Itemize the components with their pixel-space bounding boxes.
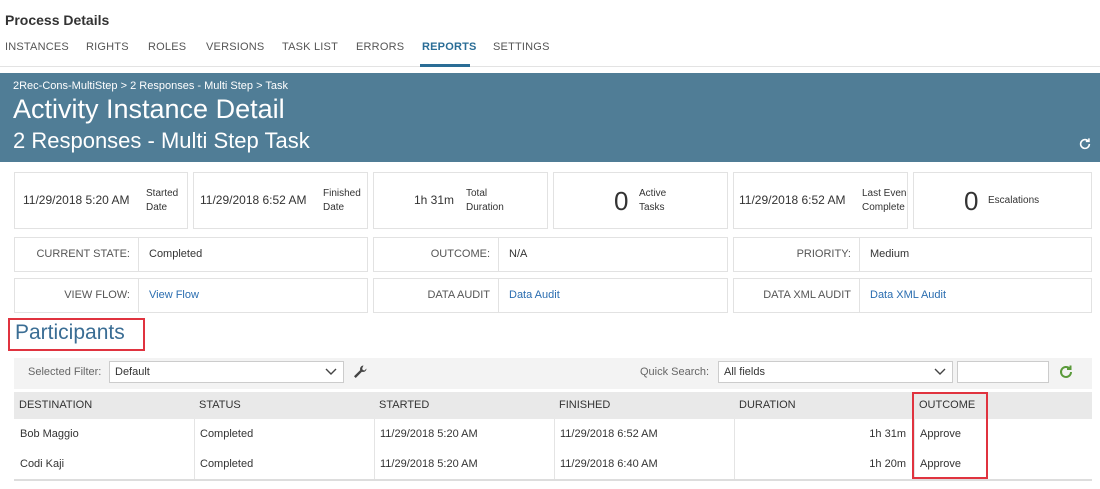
total-duration-label: Total Duration (466, 188, 504, 213)
quick-search-scope-select[interactable]: All fields (718, 361, 953, 383)
data-audit-label: DATA AUDIT (374, 279, 499, 312)
column-header-destination[interactable]: DESTINATION (19, 399, 92, 411)
tab-bar: INSTANCES RIGHTS ROLES VERSIONS TASK LIS… (0, 40, 1100, 67)
column-divider (374, 419, 375, 479)
participants-heading: Participants (15, 321, 125, 344)
quick-search-input[interactable] (957, 361, 1049, 383)
view-flow-link[interactable]: View Flow (149, 279, 199, 312)
active-tasks-value: 0 (614, 186, 629, 216)
column-header-status[interactable]: STATUS (199, 399, 241, 411)
cell-status: Completed (200, 428, 254, 440)
active-tab-indicator (420, 64, 470, 67)
refresh-icon[interactable] (1058, 364, 1074, 380)
escalations-label: Escalations (988, 195, 1040, 206)
column-divider (554, 419, 555, 479)
breadcrumb-separator: > (120, 80, 128, 92)
refresh-icon[interactable] (1078, 137, 1092, 151)
outcome-label: OUTCOME: (374, 238, 499, 271)
current-state-label: CURRENT STATE: (15, 238, 139, 271)
last-event-card: 11/29/2018 6:52 AM Last Even Complete (733, 172, 908, 229)
total-duration-value: 1h 31m (414, 193, 455, 207)
current-state-value: Completed (149, 248, 203, 260)
active-tasks-label: Active Tasks (639, 188, 667, 213)
filter-select-value: Default (115, 366, 150, 378)
priority-label: PRIORITY: (734, 238, 860, 271)
data-audit-link[interactable]: Data Audit (509, 279, 560, 312)
tab-roles[interactable]: ROLES (148, 41, 186, 53)
column-header-finished[interactable]: FINISHED (559, 399, 610, 411)
breadcrumb: 2Rec-Cons-MultiStep > 2 Responses - Mult… (13, 80, 288, 92)
breadcrumb-process[interactable]: 2Rec-Cons-MultiStep (13, 80, 118, 92)
grid-bottom-border (14, 479, 1092, 481)
tab-versions[interactable]: VERSIONS (206, 41, 264, 53)
cell-started: 11/29/2018 5:20 AM (380, 428, 478, 440)
cell-status: Completed (200, 458, 254, 470)
priority-field: PRIORITY: Medium (733, 237, 1092, 272)
detail-title: Activity Instance Detail (13, 94, 285, 124)
escalations-card: 0 Escalations (913, 172, 1092, 229)
breadcrumb-separator: > (256, 80, 263, 92)
cell-started: 11/29/2018 5:20 AM (380, 458, 478, 470)
column-divider (194, 419, 195, 479)
selected-filter-label: Selected Filter: (28, 366, 102, 378)
view-flow-label: VIEW FLOW: (15, 279, 139, 312)
breadcrumb-current: Task (265, 80, 288, 92)
cell-finished: 11/29/2018 6:40 AM (560, 458, 658, 470)
participants-toolbar: Selected Filter: Default Quick Search: A… (14, 358, 1092, 389)
chevron-down-icon (325, 368, 337, 375)
finished-date-card: 11/29/2018 6:52 AM Finished Date (193, 172, 368, 229)
wrench-icon[interactable] (352, 364, 368, 380)
chevron-down-icon (934, 368, 946, 375)
outcome-value: N/A (509, 248, 528, 260)
column-header-duration[interactable]: DURATION (739, 399, 796, 411)
last-event-label: Last Even Complete (862, 188, 907, 213)
cell-destination: Codi Kaji (20, 458, 65, 470)
tab-instances[interactable]: INSTANCES (5, 41, 69, 53)
last-event-value: 11/29/2018 6:52 AM (739, 193, 846, 207)
data-audit-field: DATA AUDIT Data Audit (373, 278, 728, 313)
active-tasks-card: 0 Active Tasks (553, 172, 728, 229)
column-header-started[interactable]: STARTED (379, 399, 429, 411)
tab-settings[interactable]: SETTINGS (493, 41, 550, 53)
priority-value: Medium (870, 248, 910, 260)
tab-rights[interactable]: RIGHTS (86, 41, 129, 53)
escalations-value: 0 (964, 186, 979, 216)
tab-errors[interactable]: ERRORS (356, 41, 404, 53)
tab-task-list[interactable]: TASK LIST (282, 41, 338, 53)
breadcrumb-activity[interactable]: 2 Responses - Multi Step (130, 80, 253, 92)
page-title: Process Details (5, 12, 110, 28)
data-xml-audit-link[interactable]: Data XML Audit (870, 279, 946, 312)
cell-duration: 1h 20m (869, 458, 906, 470)
started-date-value: 11/29/2018 5:20 AM (23, 193, 130, 207)
data-xml-audit-field: DATA XML AUDIT Data XML Audit (733, 278, 1092, 313)
cell-duration: 1h 31m (869, 428, 906, 440)
tab-reports[interactable]: REPORTS (422, 41, 477, 53)
participants-heading-highlight: Participants (8, 318, 145, 351)
column-divider (734, 419, 735, 479)
outcome-field: OUTCOME: N/A (373, 237, 728, 272)
finished-date-value: 11/29/2018 6:52 AM (200, 193, 307, 207)
started-date-label: Started Date (146, 188, 179, 213)
quick-search-label: Quick Search: (640, 366, 710, 378)
view-flow-field: VIEW FLOW: View Flow (14, 278, 368, 313)
detail-subtitle: 2 Responses - Multi Step Task (13, 128, 310, 153)
quick-search-scope-value: All fields (724, 366, 765, 378)
filter-select[interactable]: Default (109, 361, 344, 383)
cell-finished: 11/29/2018 6:52 AM (560, 428, 658, 440)
started-date-card: 11/29/2018 5:20 AM Started Date (14, 172, 188, 229)
data-xml-audit-label: DATA XML AUDIT (734, 279, 860, 312)
outcome-column-highlight (912, 392, 988, 479)
current-state-field: CURRENT STATE: Completed (14, 237, 368, 272)
finished-date-label: Finished Date (323, 188, 361, 213)
total-duration-card: 1h 31m Total Duration (373, 172, 548, 229)
header-banner: 2Rec-Cons-MultiStep > 2 Responses - Mult… (0, 73, 1100, 162)
cell-destination: Bob Maggio (20, 428, 79, 440)
